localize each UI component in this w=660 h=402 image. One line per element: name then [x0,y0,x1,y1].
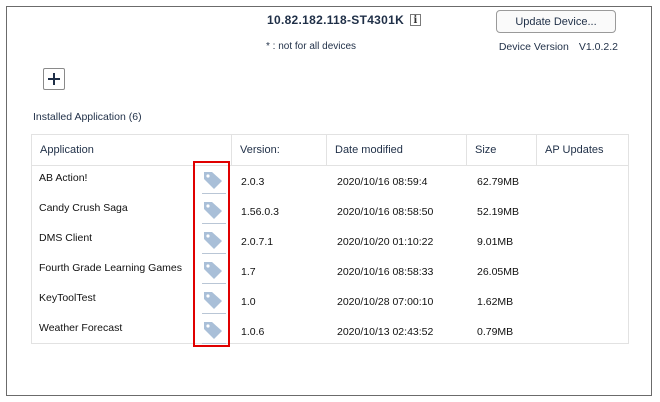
device-version-label: Device Version [498,41,569,53]
app-date-modified: 2020/10/16 08:59:4 [337,176,428,188]
tag-icon-underline [202,283,226,284]
add-application-button[interactable] [43,68,65,90]
table-row[interactable]: DMS Client 2.0.7.1 2020/10/20 01:10:22 9.01… [32,227,628,257]
app-name: DMS Client [39,232,93,244]
tag-icon[interactable] [202,169,224,191]
column-header-ap-updates[interactable]: AP Updates [536,135,630,165]
tag-icon[interactable] [202,259,224,281]
column-header-date-modified[interactable]: Date modified [326,135,466,165]
device-version-value: V1.0.2.2 [578,41,618,53]
app-size: 52.19MB [477,206,520,218]
table-row[interactable]: Fourth Grade Learning Games 1.7 2020/10/16… [32,257,628,287]
column-header-application[interactable]: Application [32,135,231,165]
app-version: 1.56.0.3 [241,206,279,218]
app-name: Candy Crush Saga [39,202,128,214]
table-row[interactable]: Weather Forecast 1.0.6 2020/10/13 02:43:52… [32,317,628,347]
table-row[interactable]: Candy Crush Saga 1.56.0.3 2020/10/16 08:58… [32,197,628,227]
app-version: 2.0.3 [241,176,265,188]
app-version: 1.0 [241,296,256,308]
app-size: 26.05MB [477,266,520,278]
device-version: Device Version V1.0.2.2 [499,41,618,53]
plus-icon [48,73,60,85]
app-date-modified: 2020/10/16 08:58:33 [337,266,434,278]
device-note: * : not for all devices [266,41,357,52]
app-date-modified: 2020/10/16 08:58:50 [337,206,434,218]
tag-icon-underline [202,223,226,224]
update-device-button[interactable]: Update Device... [496,10,616,33]
app-size: 9.01MB [477,236,514,248]
app-version: 2.0.7.1 [241,236,274,248]
tag-icon-underline [202,193,226,194]
app-size: 0.79MB [477,326,514,338]
app-version: 1.7 [241,266,256,278]
info-icon[interactable]: i [410,14,422,26]
table-row[interactable]: AB Action! 2.0.3 2020/10/16 08:59:4 62.79MB [32,167,628,197]
installed-applications-title: Installed Application (6) [33,111,142,123]
app-name: Weather Forecast [39,322,123,334]
tag-icon-underline [202,253,226,254]
tag-icon[interactable] [202,319,224,341]
app-size: 62.79MB [477,176,520,188]
column-header-size[interactable]: Size [466,135,536,165]
tag-icon-underline [202,343,226,344]
app-name: AB Action! [39,172,88,184]
app-date-modified: 2020/10/13 02:43:52 [337,326,434,338]
app-size: 1.62MB [477,296,514,308]
tag-icon[interactable] [202,289,224,311]
tag-icon[interactable] [202,229,224,251]
app-date-modified: 2020/10/20 01:10:22 [337,236,434,248]
tag-icon[interactable] [202,199,224,221]
applications-table: Application Version: Date modified Size … [31,134,629,344]
app-date-modified: 2020/10/28 07:00:10 [337,296,434,308]
table-header: Application Version: Date modified Size … [32,135,628,166]
app-name: KeyToolTest [39,292,96,304]
app-name: Fourth Grade Learning Games [39,262,182,274]
table-row[interactable]: KeyToolTest 1.0 2020/10/28 07:00:10 1.62MB [32,287,628,317]
tag-icon-underline [202,313,226,314]
column-header-version[interactable]: Version: [231,135,326,165]
device-name-header: 10.82.182.118-ST4301K i [267,13,422,27]
device-name: 10.82.182.118-ST4301K [267,13,405,27]
app-version: 1.0.6 [241,326,265,338]
